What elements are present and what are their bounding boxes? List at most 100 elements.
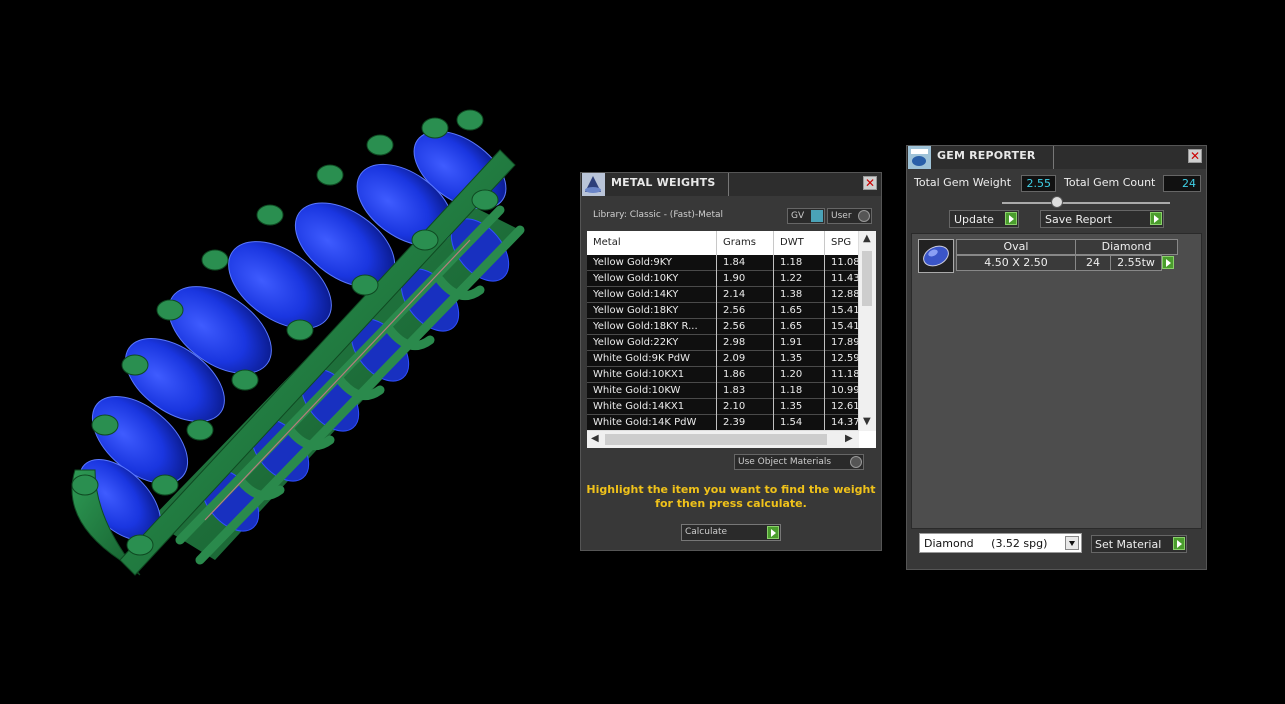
user-toggle[interactable]: User xyxy=(827,208,872,224)
use-object-materials-toggle[interactable]: Use Object Materials xyxy=(734,454,864,470)
table-cell-grams: 1.90 xyxy=(717,271,774,287)
table-cell-grams: 2.14 xyxy=(717,287,774,303)
play-arrow-icon xyxy=(1173,537,1185,550)
scroll-right-arrow[interactable]: ▶ xyxy=(845,433,853,444)
3d-viewport[interactable] xyxy=(0,0,575,700)
metal-table-body: Yellow Gold:9KY 1.84 1.18 11.08 Yellow Gold:… xyxy=(587,255,860,431)
metal-weights-close-button[interactable]: ✕ xyxy=(863,176,877,190)
metal-table[interactable]: Metal Grams DWT SPG Yellow Gold:9KY 1.84 1… xyxy=(587,231,876,448)
column-header-grams[interactable]: Grams xyxy=(717,231,774,255)
table-cell-dwt: 1.35 xyxy=(774,351,825,367)
instruction-text: Highlight the item you want to find the … xyxy=(581,483,881,511)
instruction-line-2: for then press calculate. xyxy=(655,497,807,510)
play-arrow-icon xyxy=(767,526,779,539)
table-cell-grams: 2.56 xyxy=(717,319,774,335)
slider-track[interactable] xyxy=(1002,202,1170,204)
total-gem-count-value: 24 xyxy=(1163,175,1201,192)
table-row[interactable]: White Gold:10KX1 1.86 1.20 11.18 xyxy=(587,367,860,383)
table-row[interactable]: White Gold:10KW 1.83 1.18 10.99 xyxy=(587,383,860,399)
vertical-scrollbar[interactable]: ▲ ▼ xyxy=(858,231,876,431)
update-button[interactable]: Update xyxy=(949,210,1019,228)
metal-weights-titlebar[interactable]: METAL WEIGHTS ✕ xyxy=(581,173,881,196)
gem-detail-arrow-icon[interactable] xyxy=(1162,256,1174,269)
table-cell-dwt: 1.35 xyxy=(774,399,825,415)
play-arrow-icon xyxy=(1005,212,1017,225)
ring-render xyxy=(71,109,525,576)
horizontal-scrollbar[interactable]: ◀ ▶ xyxy=(587,430,859,448)
metal-weights-icon xyxy=(582,173,605,196)
metal-table-header: Metal Grams DWT SPG xyxy=(587,231,859,255)
table-row[interactable]: Yellow Gold:10KY 1.90 1.22 11.43 xyxy=(587,271,860,287)
table-cell-grams: 1.84 xyxy=(717,255,774,271)
table-cell-dwt: 1.65 xyxy=(774,319,825,335)
table-cell-metal: White Gold:14K PdW xyxy=(587,415,717,431)
table-row[interactable]: White Gold:9K PdW 2.09 1.35 12.59 xyxy=(587,351,860,367)
table-row[interactable]: White Gold:14KX1 2.10 1.35 12.61 xyxy=(587,399,860,415)
table-cell-dwt: 1.91 xyxy=(774,335,825,351)
gv-toggle-indicator xyxy=(811,210,823,222)
oval-gem-icon[interactable] xyxy=(918,239,954,273)
table-cell-metal: Yellow Gold:18KY xyxy=(587,303,717,319)
table-cell-dwt: 1.18 xyxy=(774,255,825,271)
table-row[interactable]: Yellow Gold:9KY 1.84 1.18 11.08 xyxy=(587,255,860,271)
save-report-button[interactable]: Save Report xyxy=(1040,210,1164,228)
gem-reporter-titlebar[interactable]: GEM REPORTER ✕ xyxy=(907,146,1206,169)
table-cell-metal: White Gold:10KX1 xyxy=(587,367,717,383)
title-separator xyxy=(728,173,729,196)
total-gem-count-label: Total Gem Count xyxy=(1064,176,1156,189)
instruction-line-1: Highlight the item you want to find the … xyxy=(586,483,876,496)
table-cell-dwt: 1.54 xyxy=(774,415,825,431)
slider-knob[interactable] xyxy=(1051,196,1063,208)
library-label: Library: Classic - (Fast)-Metal xyxy=(593,210,724,220)
gem-reporter-close-button[interactable]: ✕ xyxy=(1188,149,1202,163)
horizontal-scroll-thumb[interactable] xyxy=(605,434,827,445)
vertical-scroll-thumb[interactable] xyxy=(862,251,872,306)
table-cell-dwt: 1.38 xyxy=(774,287,825,303)
user-toggle-indicator xyxy=(858,210,870,222)
scroll-left-arrow[interactable]: ◀ xyxy=(591,433,599,444)
table-row[interactable]: Yellow Gold:14KY 2.14 1.38 12.88 xyxy=(587,287,860,303)
material-select[interactable]: Diamond (3.52 spg) xyxy=(919,533,1082,553)
table-cell-grams: 2.39 xyxy=(717,415,774,431)
use-object-materials-indicator xyxy=(850,456,862,468)
play-arrow-icon xyxy=(1150,212,1162,225)
table-cell-metal: Yellow Gold:18KY R... xyxy=(587,319,717,335)
table-cell-dwt: 1.18 xyxy=(774,383,825,399)
total-gem-weight-label: Total Gem Weight xyxy=(914,176,1012,189)
table-cell-metal: Yellow Gold:10KY xyxy=(587,271,717,287)
chevron-down-icon[interactable] xyxy=(1065,536,1079,550)
table-cell-metal: Yellow Gold:14KY xyxy=(587,287,717,303)
user-toggle-label: User xyxy=(831,211,852,221)
column-header-metal[interactable]: Metal xyxy=(587,231,717,255)
gem-report-list[interactable]: Oval Diamond 4.50 X 2.50 24 2.55tw xyxy=(911,233,1202,529)
save-report-label: Save Report xyxy=(1045,213,1112,226)
column-header-dwt[interactable]: DWT xyxy=(774,231,825,255)
gem-material-cell: Diamond xyxy=(1075,239,1178,255)
gv-toggle-label: GV xyxy=(791,211,805,221)
set-material-button[interactable]: Set Material xyxy=(1091,535,1187,553)
table-row[interactable]: Yellow Gold:18KY 2.56 1.65 15.41 xyxy=(587,303,860,319)
scroll-down-arrow[interactable]: ▼ xyxy=(863,416,871,427)
gem-size-cell: 4.50 X 2.50 xyxy=(956,255,1076,271)
table-cell-grams: 2.10 xyxy=(717,399,774,415)
update-label: Update xyxy=(954,213,994,226)
gem-count-cell: 24 xyxy=(1075,255,1111,271)
calculate-label: Calculate xyxy=(685,527,728,537)
table-cell-grams: 2.56 xyxy=(717,303,774,319)
gem-reporter-panel: GEM REPORTER ✕ Total Gem Weight 2.55 Tot… xyxy=(906,145,1207,570)
table-cell-dwt: 1.20 xyxy=(774,367,825,383)
table-row[interactable]: White Gold:14K PdW 2.39 1.54 14.37 xyxy=(587,415,860,431)
gem-reporter-title: GEM REPORTER xyxy=(937,149,1036,162)
gv-toggle[interactable]: GV xyxy=(787,208,825,224)
gem-reporter-icon xyxy=(908,146,931,169)
table-row[interactable]: Yellow Gold:18KY R... 2.56 1.65 15.41 xyxy=(587,319,860,335)
table-cell-metal: Yellow Gold:9KY xyxy=(587,255,717,271)
total-gem-weight-value: 2.55 xyxy=(1021,175,1056,192)
table-cell-metal: White Gold:10KW xyxy=(587,383,717,399)
table-cell-metal: Yellow Gold:22KY xyxy=(587,335,717,351)
table-cell-metal: White Gold:14KX1 xyxy=(587,399,717,415)
scroll-up-arrow[interactable]: ▲ xyxy=(863,233,871,244)
calculate-button[interactable]: Calculate xyxy=(681,524,781,541)
gem-shape-cell: Oval xyxy=(956,239,1076,255)
table-row[interactable]: Yellow Gold:22KY 2.98 1.91 17.89 xyxy=(587,335,860,351)
